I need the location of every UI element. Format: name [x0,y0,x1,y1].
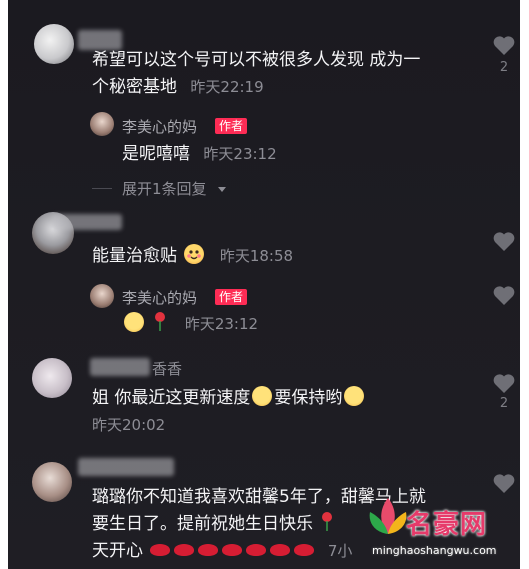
like-count: 2 [499,60,509,75]
comment-text-line2: 个秘密基地 昨天22:19 [92,74,264,100]
comment-row: 能量治愈贴 昨天18:58 [92,243,293,269]
site-watermark: 名豪网 minghaoshangwu.com [366,494,518,566]
leaf-logo-icon [369,498,407,534]
comment-text: 姐 你最近这更新速度 [92,388,251,408]
expand-replies-label: 展开1条回复 [122,180,207,198]
expand-replies-button[interactable]: 展开1条回复 [122,178,227,199]
comment-time: 昨天18:58 [219,247,294,265]
emoji-icon [124,312,144,332]
commenter-name[interactable]: 香香 [152,358,182,379]
reply-text: 是呢嘻嘻 [122,144,190,164]
kiss-icon [198,544,219,556]
comment-text-line2: 要生日了。提前祝她生日快乐 [92,511,336,537]
kiss-icon [294,544,315,556]
watermark-title: 名豪网 [406,510,488,540]
comment-text: 能量治愈贴 [92,246,177,266]
emoji-icon [344,386,365,406]
reply-text-row: 是呢嘻嘻 昨天23:12 [122,141,277,167]
author-badge: 作者 [215,289,248,305]
kiss-icon [174,544,195,556]
reply-author[interactable]: 李美心的妈 [122,287,197,308]
rose-icon [321,512,333,532]
user-avatar[interactable] [32,462,72,502]
reply-time: 昨天23:12 [184,315,259,333]
reply-row: 昨天23:12 [122,311,258,337]
comment-text-cont: 要生日了。提前祝她生日快乐 [92,514,313,534]
watermark-url: minghaoshangwu.com [372,544,497,557]
user-avatar[interactable] [32,358,72,398]
comment-time: 昨天20:02 [92,416,166,434]
comment-text-end: 天开心 [92,541,143,561]
heart-icon[interactable] [492,372,516,394]
author-badge: 作者 [215,118,248,134]
kiss-icon [150,544,171,556]
comment-row: 姐 你最近这更新速度 要保持哟 [92,385,366,411]
blurred-username [90,358,150,376]
author-avatar[interactable] [90,112,114,136]
emoji-icon [252,386,273,406]
comment-text-line3: 天开心 7小 [92,538,352,564]
comment-time: 7小 [327,542,353,560]
rose-icon [154,312,166,332]
heart-icon[interactable] [492,284,516,306]
comment-panel: 希望可以这个号可以不被很多人发现 成为一 个秘密基地 昨天22:19 2 李美心… [8,0,520,569]
comment-time: 昨天22:19 [190,78,264,96]
emoji-icon [184,244,205,264]
blurred-username [52,214,122,230]
heart-icon[interactable] [492,230,516,252]
chevron-down-icon [218,187,227,192]
like-count: 2 [499,396,509,411]
comment-text-cont: 要保持哟 [274,388,343,408]
reply-time: 昨天23:12 [203,145,277,163]
heart-icon[interactable] [492,472,516,494]
kiss-icon [270,544,291,556]
user-avatar[interactable] [34,24,74,64]
author-avatar[interactable] [90,284,114,308]
heart-icon[interactable] [492,34,516,56]
blurred-username [78,458,174,476]
comment-text-cont: 个秘密基地 [92,77,177,97]
reply-author[interactable]: 李美心的妈 [122,116,197,137]
expand-divider [92,188,112,189]
kiss-icon [222,544,243,556]
kiss-icon [246,544,267,556]
comment-text: 希望可以这个号可以不被很多人发现 成为一 [92,50,421,70]
